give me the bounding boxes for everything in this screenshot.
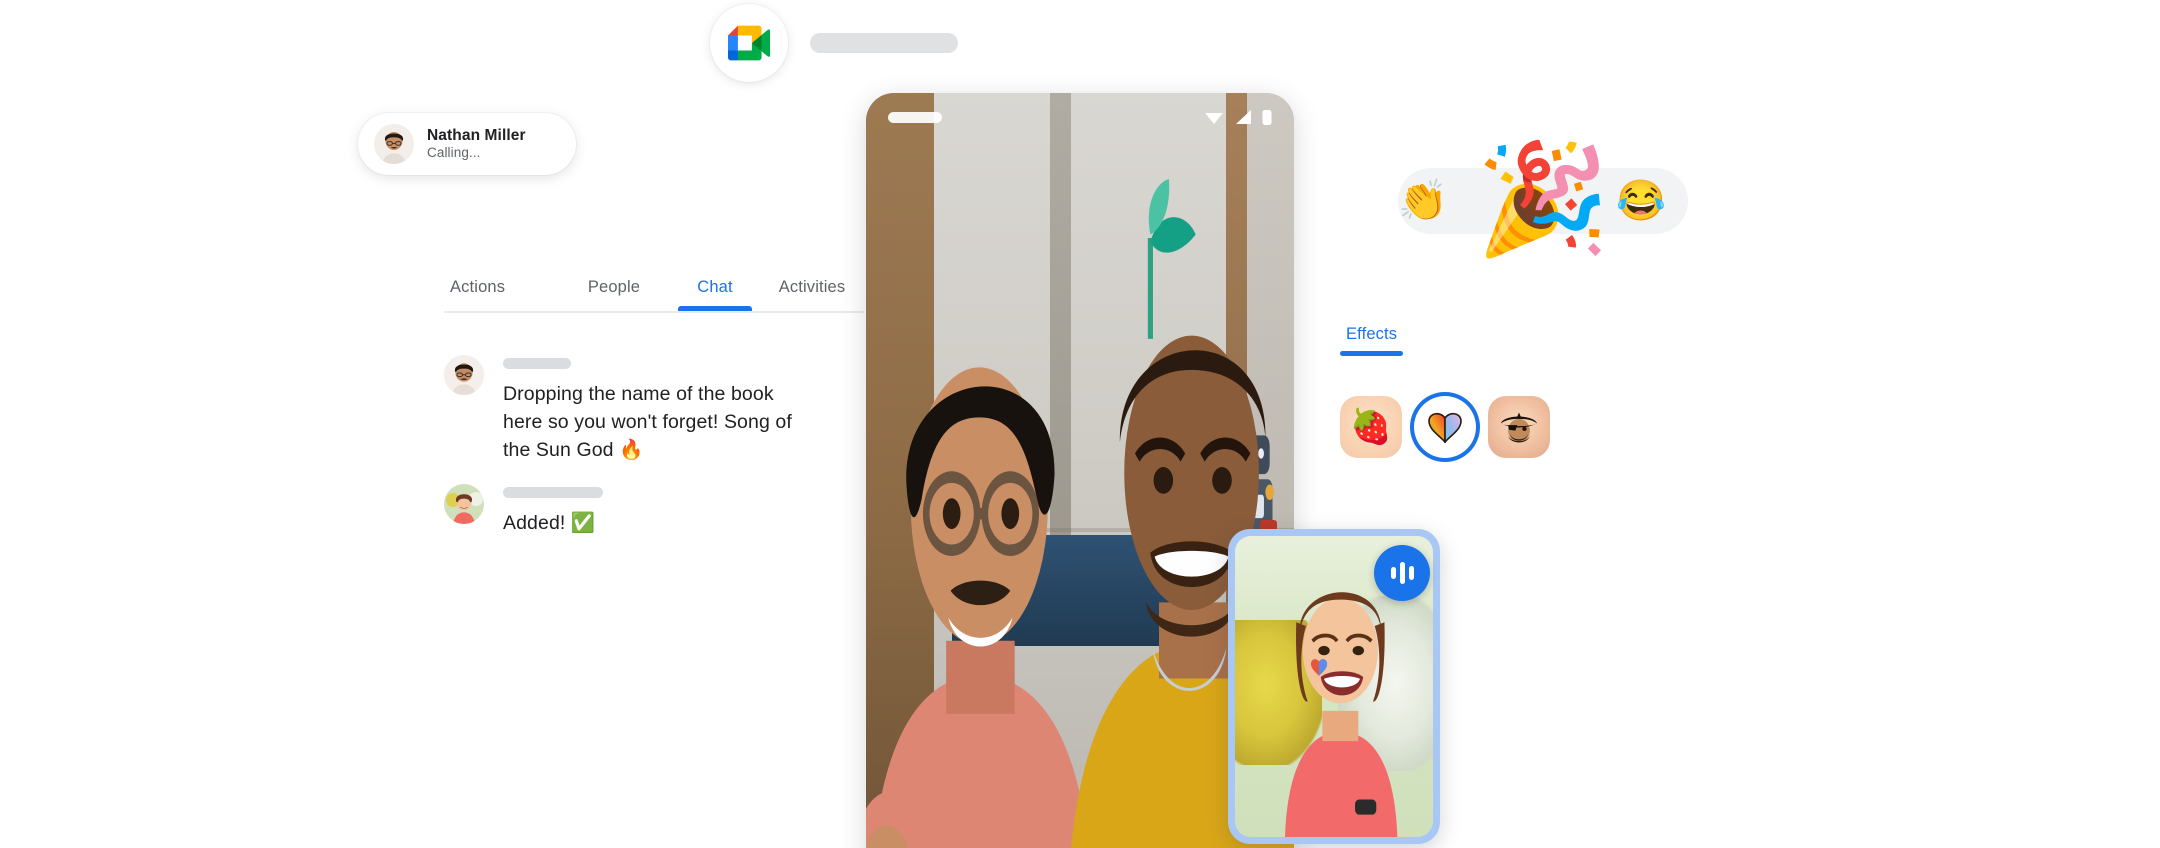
avatar-icon	[444, 483, 484, 524]
reaction-bar-wrapper: 👏 🎉 😂	[1398, 144, 1688, 252]
tab-activities[interactable]: Activities	[760, 278, 864, 311]
pip-audio-button[interactable]	[1374, 545, 1430, 601]
google-meet-logo-icon	[728, 25, 770, 61]
tab-effects[interactable]: Effects	[1340, 325, 1404, 356]
status-bar-icons	[1204, 109, 1272, 126]
effect-rainbow-heart[interactable]	[1414, 396, 1476, 458]
avatar-message-sender-1	[444, 354, 484, 395]
battery-icon	[1262, 109, 1272, 125]
sender-name-placeholder	[503, 357, 571, 369]
header-title-placeholder	[810, 33, 958, 53]
chat-panel: Actions People Chat Activities Dropping …	[444, 278, 864, 537]
tab-actions[interactable]: Actions	[444, 278, 558, 311]
pirate-face-icon	[1500, 412, 1538, 443]
message-list: Dropping the name of the book here so yo…	[444, 354, 864, 537]
message-body: Added! ✅	[503, 484, 603, 537]
avatar-icon	[444, 354, 484, 395]
avatar-message-sender-2	[444, 483, 484, 524]
effect-strawberry[interactable]: 🍓	[1340, 396, 1402, 458]
calling-name: Nathan Miller	[427, 127, 526, 145]
phone-status-bar	[866, 93, 1294, 141]
calling-text: Nathan Miller Calling...	[427, 127, 526, 161]
party-popper-emoji[interactable]: 🎉	[1476, 144, 1610, 253]
meet-header	[710, 4, 958, 82]
status-bar-pill	[888, 111, 942, 123]
effect-pirate[interactable]	[1488, 396, 1550, 458]
rainbow-heart-icon	[1428, 412, 1462, 443]
calling-status: Calling...	[427, 145, 481, 161]
google-meet-logo-button[interactable]	[710, 4, 788, 82]
clapping-hands-emoji[interactable]: 👏	[1398, 181, 1448, 221]
list-item: Dropping the name of the book here so yo…	[444, 354, 864, 464]
message-text: Added! ✅	[503, 511, 596, 534]
list-item: Added! ✅	[444, 483, 864, 537]
calling-avatar	[374, 124, 414, 164]
message-body: Dropping the name of the book here so yo…	[503, 355, 803, 464]
tabs-divider	[444, 311, 864, 313]
effects-section: Effects 🍓	[1340, 325, 1600, 458]
effects-thumbnail-row: 🍓	[1340, 396, 1600, 458]
pip-self-view[interactable]	[1228, 529, 1440, 844]
reaction-bar: 👏 🎉 😂	[1398, 144, 1688, 252]
audio-equalizer-icon	[1390, 561, 1414, 585]
calling-card[interactable]: Nathan Miller Calling...	[358, 113, 576, 175]
face-with-tears-of-joy-emoji[interactable]: 😂	[1616, 181, 1666, 221]
cell-signal-icon	[1236, 110, 1251, 124]
tab-chat[interactable]: Chat	[670, 278, 760, 311]
tab-people[interactable]: People	[558, 278, 670, 311]
sender-name-placeholder	[503, 486, 603, 498]
avatar-nathan-miller-icon	[374, 124, 414, 164]
wifi-icon	[1205, 113, 1223, 124]
app-screenshot: Nathan Miller Calling... Actions People …	[0, 0, 2160, 848]
message-text: Dropping the name of the book here so yo…	[503, 382, 792, 461]
chat-tabs: Actions People Chat Activities	[444, 278, 864, 311]
self-view-participant	[1284, 592, 1397, 837]
